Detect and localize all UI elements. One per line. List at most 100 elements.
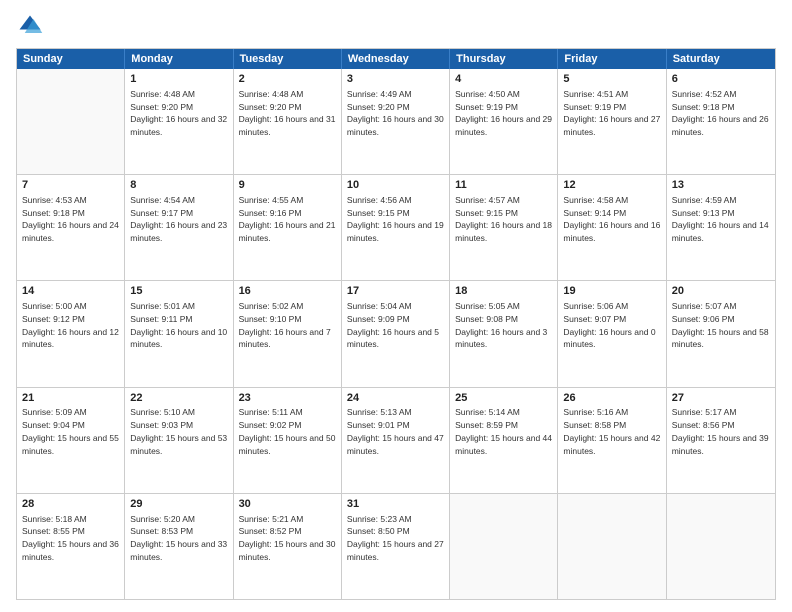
header bbox=[16, 12, 776, 40]
calendar-cell-w4d0: 28 Sunrise: 5:18 AM Sunset: 8:55 PM Dayli… bbox=[17, 494, 125, 599]
cell-info: Sunrise: 4:58 AM Sunset: 9:14 PM Dayligh… bbox=[563, 195, 660, 243]
calendar-cell-w1d1: 8 Sunrise: 4:54 AM Sunset: 9:17 PM Daylig… bbox=[125, 175, 233, 280]
calendar-cell-w1d4: 11 Sunrise: 4:57 AM Sunset: 9:15 PM Dayli… bbox=[450, 175, 558, 280]
day-number: 1 bbox=[130, 72, 227, 87]
calendar-cell-w4d6 bbox=[667, 494, 775, 599]
cell-info: Sunrise: 4:53 AM Sunset: 9:18 PM Dayligh… bbox=[22, 195, 119, 243]
calendar-cell-w0d5: 5 Sunrise: 4:51 AM Sunset: 9:19 PM Daylig… bbox=[558, 69, 666, 174]
day-number: 25 bbox=[455, 391, 552, 406]
day-number: 21 bbox=[22, 391, 119, 406]
cell-info: Sunrise: 5:00 AM Sunset: 9:12 PM Dayligh… bbox=[22, 301, 119, 349]
cell-info: Sunrise: 4:54 AM Sunset: 9:17 PM Dayligh… bbox=[130, 195, 227, 243]
day-number: 11 bbox=[455, 178, 552, 193]
calendar-cell-w2d4: 18 Sunrise: 5:05 AM Sunset: 9:08 PM Dayli… bbox=[450, 281, 558, 386]
calendar-cell-w4d5 bbox=[558, 494, 666, 599]
cell-info: Sunrise: 5:18 AM Sunset: 8:55 PM Dayligh… bbox=[22, 514, 119, 562]
cell-info: Sunrise: 4:51 AM Sunset: 9:19 PM Dayligh… bbox=[563, 89, 660, 137]
calendar-cell-w1d2: 9Sunrise: 4:55 AM Sunset: 9:16 PM Daylig… bbox=[234, 175, 342, 280]
calendar-cell-w2d1: 15 Sunrise: 5:01 AM Sunset: 9:11 PM Dayli… bbox=[125, 281, 233, 386]
calendar-cell-w2d3: 17Sunrise: 5:04 AM Sunset: 9:09 PM Dayli… bbox=[342, 281, 450, 386]
calendar-cell-w1d3: 10 Sunrise: 4:56 AM Sunset: 9:15 PM Dayli… bbox=[342, 175, 450, 280]
calendar-cell-w4d1: 29Sunrise: 5:20 AM Sunset: 8:53 PM Dayli… bbox=[125, 494, 233, 599]
calendar-cell-w4d4 bbox=[450, 494, 558, 599]
day-number: 15 bbox=[130, 284, 227, 299]
cell-info: Sunrise: 4:57 AM Sunset: 9:15 PM Dayligh… bbox=[455, 195, 552, 243]
day-number: 27 bbox=[672, 391, 770, 406]
day-number: 20 bbox=[672, 284, 770, 299]
calendar-row-1: 7 Sunrise: 4:53 AM Sunset: 9:18 PM Daylig… bbox=[17, 174, 775, 280]
day-number: 13 bbox=[672, 178, 770, 193]
calendar-cell-w0d4: 4Sunrise: 4:50 AM Sunset: 9:19 PM Daylig… bbox=[450, 69, 558, 174]
day-number: 5 bbox=[563, 72, 660, 87]
cell-info: Sunrise: 4:48 AM Sunset: 9:20 PM Dayligh… bbox=[239, 89, 336, 137]
cell-info: Sunrise: 5:02 AM Sunset: 9:10 PM Dayligh… bbox=[239, 301, 331, 349]
cell-info: Sunrise: 4:52 AM Sunset: 9:18 PM Dayligh… bbox=[672, 89, 769, 137]
cell-info: Sunrise: 5:01 AM Sunset: 9:11 PM Dayligh… bbox=[130, 301, 227, 349]
day-number: 14 bbox=[22, 284, 119, 299]
cell-info: Sunrise: 5:11 AM Sunset: 9:02 PM Dayligh… bbox=[239, 407, 336, 455]
cell-info: Sunrise: 5:09 AM Sunset: 9:04 PM Dayligh… bbox=[22, 407, 119, 455]
day-number: 22 bbox=[130, 391, 227, 406]
cell-info: Sunrise: 5:17 AM Sunset: 8:56 PM Dayligh… bbox=[672, 407, 769, 455]
calendar-cell-w1d0: 7 Sunrise: 4:53 AM Sunset: 9:18 PM Daylig… bbox=[17, 175, 125, 280]
calendar-row-2: 14 Sunrise: 5:00 AM Sunset: 9:12 PM Dayli… bbox=[17, 280, 775, 386]
header-day-tuesday: Tuesday bbox=[234, 49, 342, 69]
calendar-cell-w0d0 bbox=[17, 69, 125, 174]
calendar-cell-w3d5: 26Sunrise: 5:16 AM Sunset: 8:58 PM Dayli… bbox=[558, 388, 666, 493]
calendar-cell-w0d2: 2 Sunrise: 4:48 AM Sunset: 9:20 PM Daylig… bbox=[234, 69, 342, 174]
cell-info: Sunrise: 5:10 AM Sunset: 9:03 PM Dayligh… bbox=[130, 407, 227, 455]
calendar-cell-w2d2: 16 Sunrise: 5:02 AM Sunset: 9:10 PM Dayli… bbox=[234, 281, 342, 386]
day-number: 26 bbox=[563, 391, 660, 406]
header-day-sunday: Sunday bbox=[17, 49, 125, 69]
calendar-cell-w3d6: 27Sunrise: 5:17 AM Sunset: 8:56 PM Dayli… bbox=[667, 388, 775, 493]
cell-info: Sunrise: 5:13 AM Sunset: 9:01 PM Dayligh… bbox=[347, 407, 444, 455]
day-number: 8 bbox=[130, 178, 227, 193]
header-day-saturday: Saturday bbox=[667, 49, 775, 69]
day-number: 3 bbox=[347, 72, 444, 87]
day-number: 31 bbox=[347, 497, 444, 512]
cell-info: Sunrise: 5:06 AM Sunset: 9:07 PM Dayligh… bbox=[563, 301, 655, 349]
header-day-wednesday: Wednesday bbox=[342, 49, 450, 69]
day-number: 24 bbox=[347, 391, 444, 406]
header-day-monday: Monday bbox=[125, 49, 233, 69]
calendar-body: 1 Sunrise: 4:48 AM Sunset: 9:20 PM Daylig… bbox=[17, 69, 775, 599]
day-number: 12 bbox=[563, 178, 660, 193]
calendar-cell-w4d2: 30 Sunrise: 5:21 AM Sunset: 8:52 PM Dayli… bbox=[234, 494, 342, 599]
calendar-row-3: 21Sunrise: 5:09 AM Sunset: 9:04 PM Dayli… bbox=[17, 387, 775, 493]
day-number: 2 bbox=[239, 72, 336, 87]
day-number: 18 bbox=[455, 284, 552, 299]
cell-info: Sunrise: 5:21 AM Sunset: 8:52 PM Dayligh… bbox=[239, 514, 336, 562]
logo-icon bbox=[16, 12, 44, 40]
day-number: 7 bbox=[22, 178, 119, 193]
cell-info: Sunrise: 5:14 AM Sunset: 8:59 PM Dayligh… bbox=[455, 407, 552, 455]
day-number: 10 bbox=[347, 178, 444, 193]
cell-info: Sunrise: 5:20 AM Sunset: 8:53 PM Dayligh… bbox=[130, 514, 227, 562]
calendar: SundayMondayTuesdayWednesdayThursdayFrid… bbox=[16, 48, 776, 600]
calendar-cell-w0d6: 6Sunrise: 4:52 AM Sunset: 9:18 PM Daylig… bbox=[667, 69, 775, 174]
calendar-cell-w0d1: 1Sunrise: 4:48 AM Sunset: 9:20 PM Daylig… bbox=[125, 69, 233, 174]
page: SundayMondayTuesdayWednesdayThursdayFrid… bbox=[0, 0, 792, 612]
day-number: 17 bbox=[347, 284, 444, 299]
logo bbox=[16, 12, 48, 40]
cell-info: Sunrise: 4:59 AM Sunset: 9:13 PM Dayligh… bbox=[672, 195, 769, 243]
day-number: 16 bbox=[239, 284, 336, 299]
calendar-cell-w0d3: 3 Sunrise: 4:49 AM Sunset: 9:20 PM Daylig… bbox=[342, 69, 450, 174]
calendar-cell-w1d5: 12 Sunrise: 4:58 AM Sunset: 9:14 PM Dayli… bbox=[558, 175, 666, 280]
calendar-row-4: 28 Sunrise: 5:18 AM Sunset: 8:55 PM Dayli… bbox=[17, 493, 775, 599]
day-number: 23 bbox=[239, 391, 336, 406]
calendar-cell-w2d6: 20 Sunrise: 5:07 AM Sunset: 9:06 PM Dayli… bbox=[667, 281, 775, 386]
calendar-cell-w3d3: 24Sunrise: 5:13 AM Sunset: 9:01 PM Dayli… bbox=[342, 388, 450, 493]
day-number: 30 bbox=[239, 497, 336, 512]
calendar-cell-w2d5: 19 Sunrise: 5:06 AM Sunset: 9:07 PM Dayli… bbox=[558, 281, 666, 386]
cell-info: Sunrise: 4:49 AM Sunset: 9:20 PM Dayligh… bbox=[347, 89, 444, 137]
calendar-cell-w2d0: 14 Sunrise: 5:00 AM Sunset: 9:12 PM Dayli… bbox=[17, 281, 125, 386]
calendar-cell-w3d4: 25Sunrise: 5:14 AM Sunset: 8:59 PM Dayli… bbox=[450, 388, 558, 493]
header-day-friday: Friday bbox=[558, 49, 666, 69]
cell-info: Sunrise: 5:05 AM Sunset: 9:08 PM Dayligh… bbox=[455, 301, 547, 349]
cell-info: Sunrise: 5:07 AM Sunset: 9:06 PM Dayligh… bbox=[672, 301, 769, 349]
day-number: 28 bbox=[22, 497, 119, 512]
day-number: 19 bbox=[563, 284, 660, 299]
calendar-cell-w4d3: 31Sunrise: 5:23 AM Sunset: 8:50 PM Dayli… bbox=[342, 494, 450, 599]
calendar-cell-w3d1: 22Sunrise: 5:10 AM Sunset: 9:03 PM Dayli… bbox=[125, 388, 233, 493]
cell-info: Sunrise: 4:56 AM Sunset: 9:15 PM Dayligh… bbox=[347, 195, 444, 243]
